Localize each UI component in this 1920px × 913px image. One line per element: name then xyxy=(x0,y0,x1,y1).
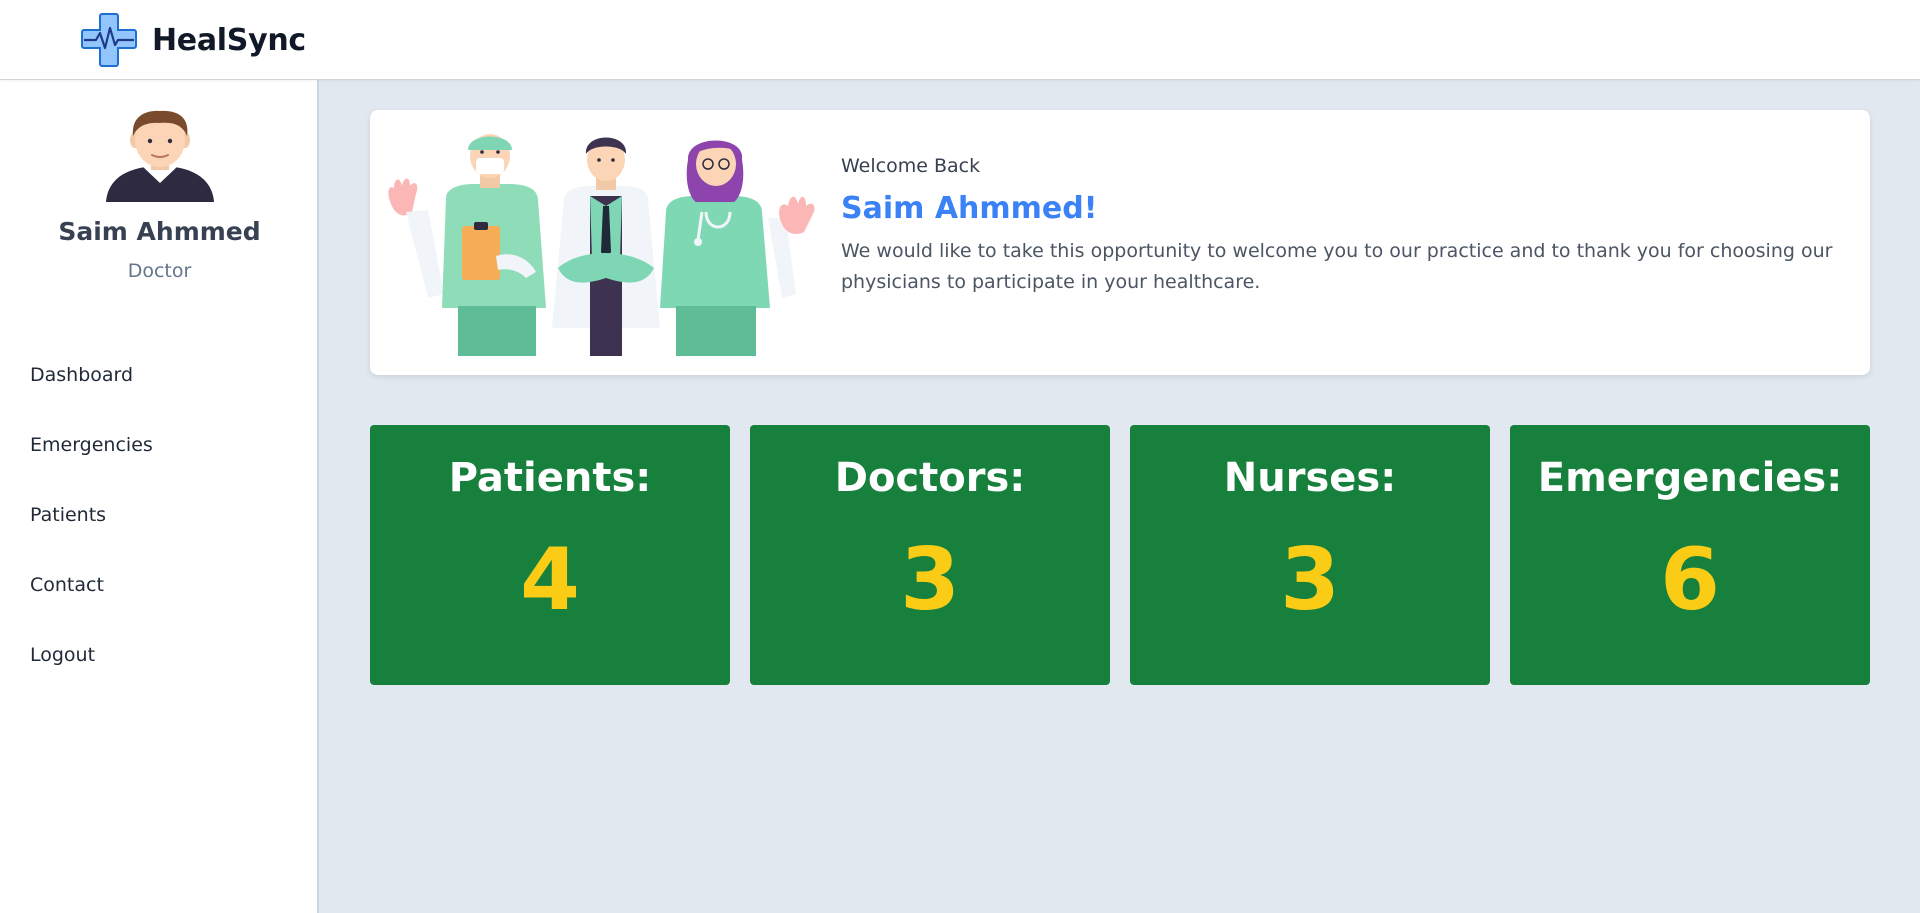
stat-label: Emergencies: xyxy=(1537,455,1843,501)
sidebar-item-patients[interactable]: Patients xyxy=(0,480,319,550)
sidebar: Saim Ahmmed Doctor Dashboard Emergencies… xyxy=(0,80,319,913)
stat-label: Nurses: xyxy=(1223,455,1397,501)
top-bar: HealSync xyxy=(0,0,1920,80)
welcome-card: Welcome Back Saim Ahmmed! We would like … xyxy=(370,110,1870,375)
stats-row: Patients: 4 Doctors: 3 Nurses: 3 Emergen… xyxy=(370,425,1870,685)
stat-value: 3 xyxy=(1280,530,1340,630)
welcome-kicker: Welcome Back xyxy=(841,155,981,177)
stat-card-patients[interactable]: Patients: 4 xyxy=(370,425,730,685)
user-role: Doctor xyxy=(127,260,192,282)
male-avatar-icon xyxy=(106,110,214,202)
stat-value: 3 xyxy=(900,530,960,630)
sidebar-item-dashboard[interactable]: Dashboard xyxy=(0,340,319,410)
medical-cross-heartbeat-icon xyxy=(81,13,137,67)
stat-value: 6 xyxy=(1660,530,1720,630)
stat-card-emergencies[interactable]: Emergencies: 6 xyxy=(1510,425,1870,685)
sidebar-nav: Dashboard Emergencies Patients Contact L… xyxy=(0,340,319,690)
welcome-text: Welcome Back Saim Ahmmed! We would like … xyxy=(841,155,1841,298)
user-name: Saim Ahmmed xyxy=(58,217,261,246)
stat-card-nurses[interactable]: Nurses: 3 xyxy=(1130,425,1490,685)
stat-value: 4 xyxy=(520,530,580,630)
stat-card-doctors[interactable]: Doctors: 3 xyxy=(750,425,1110,685)
brand[interactable]: HealSync xyxy=(80,12,306,68)
app-name: HealSync xyxy=(152,22,306,58)
welcome-user-name: Saim Ahmmed! xyxy=(841,191,1098,226)
medical-staff-waving-illustration xyxy=(388,134,815,356)
stat-label: Doctors: xyxy=(834,455,1026,501)
sidebar-item-logout[interactable]: Logout xyxy=(0,620,319,690)
sidebar-item-contact[interactable]: Contact xyxy=(0,550,319,620)
stat-label: Patients: xyxy=(448,455,652,501)
welcome-message: We would like to take this opportunity t… xyxy=(841,240,1833,293)
sidebar-item-emergencies[interactable]: Emergencies xyxy=(0,410,319,480)
